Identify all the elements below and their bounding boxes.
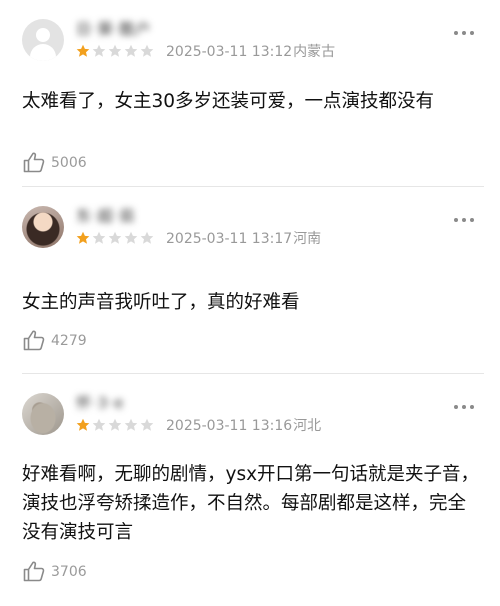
comment-date: 2025-03-11 13:12 (166, 44, 293, 60)
rating-stars (76, 418, 156, 434)
star-empty-icon (140, 44, 154, 58)
comment-text: 好难看啊，无聊的剧情，ysx开口第一句话就是夹子音，演技也浮夸矫揉造作，不自然。… (22, 464, 480, 543)
star-filled-icon (76, 44, 90, 58)
more-options-icon[interactable] (454, 29, 476, 37)
star-empty-icon (108, 418, 122, 432)
star-empty-icon (140, 231, 154, 245)
comment-meta: 2025-03-11 13:12内蒙古 (166, 43, 335, 61)
default-avatar-icon (36, 28, 50, 42)
username[interactable]: 日·葵·酷户 (76, 20, 152, 38)
like-count: 3706 (51, 564, 87, 580)
rating-stars (76, 44, 156, 60)
star-empty-icon (108, 231, 122, 245)
rating-stars (76, 231, 156, 247)
like-count: 4279 (51, 333, 87, 349)
like-count: 5006 (51, 155, 87, 171)
star-empty-icon (92, 418, 106, 432)
star-empty-icon (140, 418, 154, 432)
star-filled-icon (76, 418, 90, 432)
star-empty-icon (124, 231, 138, 245)
comment-feed: 日·葵·酷户 2025-03-11 13:12内蒙古 太难看了，女主30多岁还装… (0, 0, 500, 606)
star-empty-icon (92, 231, 106, 245)
star-empty-icon (124, 44, 138, 58)
thumbs-up-icon (22, 328, 46, 352)
username[interactable]: 东·超·茹 (76, 207, 136, 225)
comment-location: 河南 (293, 231, 322, 247)
thumbs-up-icon (22, 559, 46, 583)
comment-date: 2025-03-11 13:16 (166, 418, 293, 434)
more-options-icon[interactable] (454, 403, 476, 411)
comment-card: 日·葵·酷户 2025-03-11 13:12内蒙古 太难看了，女主30多岁还装… (0, 0, 500, 186)
avatar[interactable] (22, 19, 64, 61)
star-empty-icon (124, 418, 138, 432)
comment-meta: 2025-03-11 13:16河北 (166, 417, 321, 435)
more-options-icon[interactable] (454, 216, 476, 224)
comment-text: 女主的声音我听吐了，真的好难看 (22, 292, 300, 313)
thumbs-up-icon (22, 150, 46, 174)
star-empty-icon (108, 44, 122, 58)
comment-card: 东·超·茹 2025-03-11 13:17河南 女主的声音我听吐了，真的好难看… (0, 187, 500, 373)
comment-location: 河北 (293, 418, 322, 434)
comment-card: 怀·3·e 2025-03-11 13:16河北 好难看啊，无聊的剧情，ysx开… (0, 374, 500, 606)
comment-text: 太难看了，女主30多岁还装可爱，一点演技都没有 (22, 91, 435, 112)
avatar[interactable] (22, 206, 64, 248)
username[interactable]: 怀·3·e (76, 394, 124, 412)
comment-date: 2025-03-11 13:17 (166, 231, 293, 247)
star-filled-icon (76, 231, 90, 245)
comment-location: 内蒙古 (293, 44, 336, 60)
comment-meta: 2025-03-11 13:17河南 (166, 230, 321, 248)
star-empty-icon (92, 44, 106, 58)
avatar[interactable] (22, 393, 64, 435)
